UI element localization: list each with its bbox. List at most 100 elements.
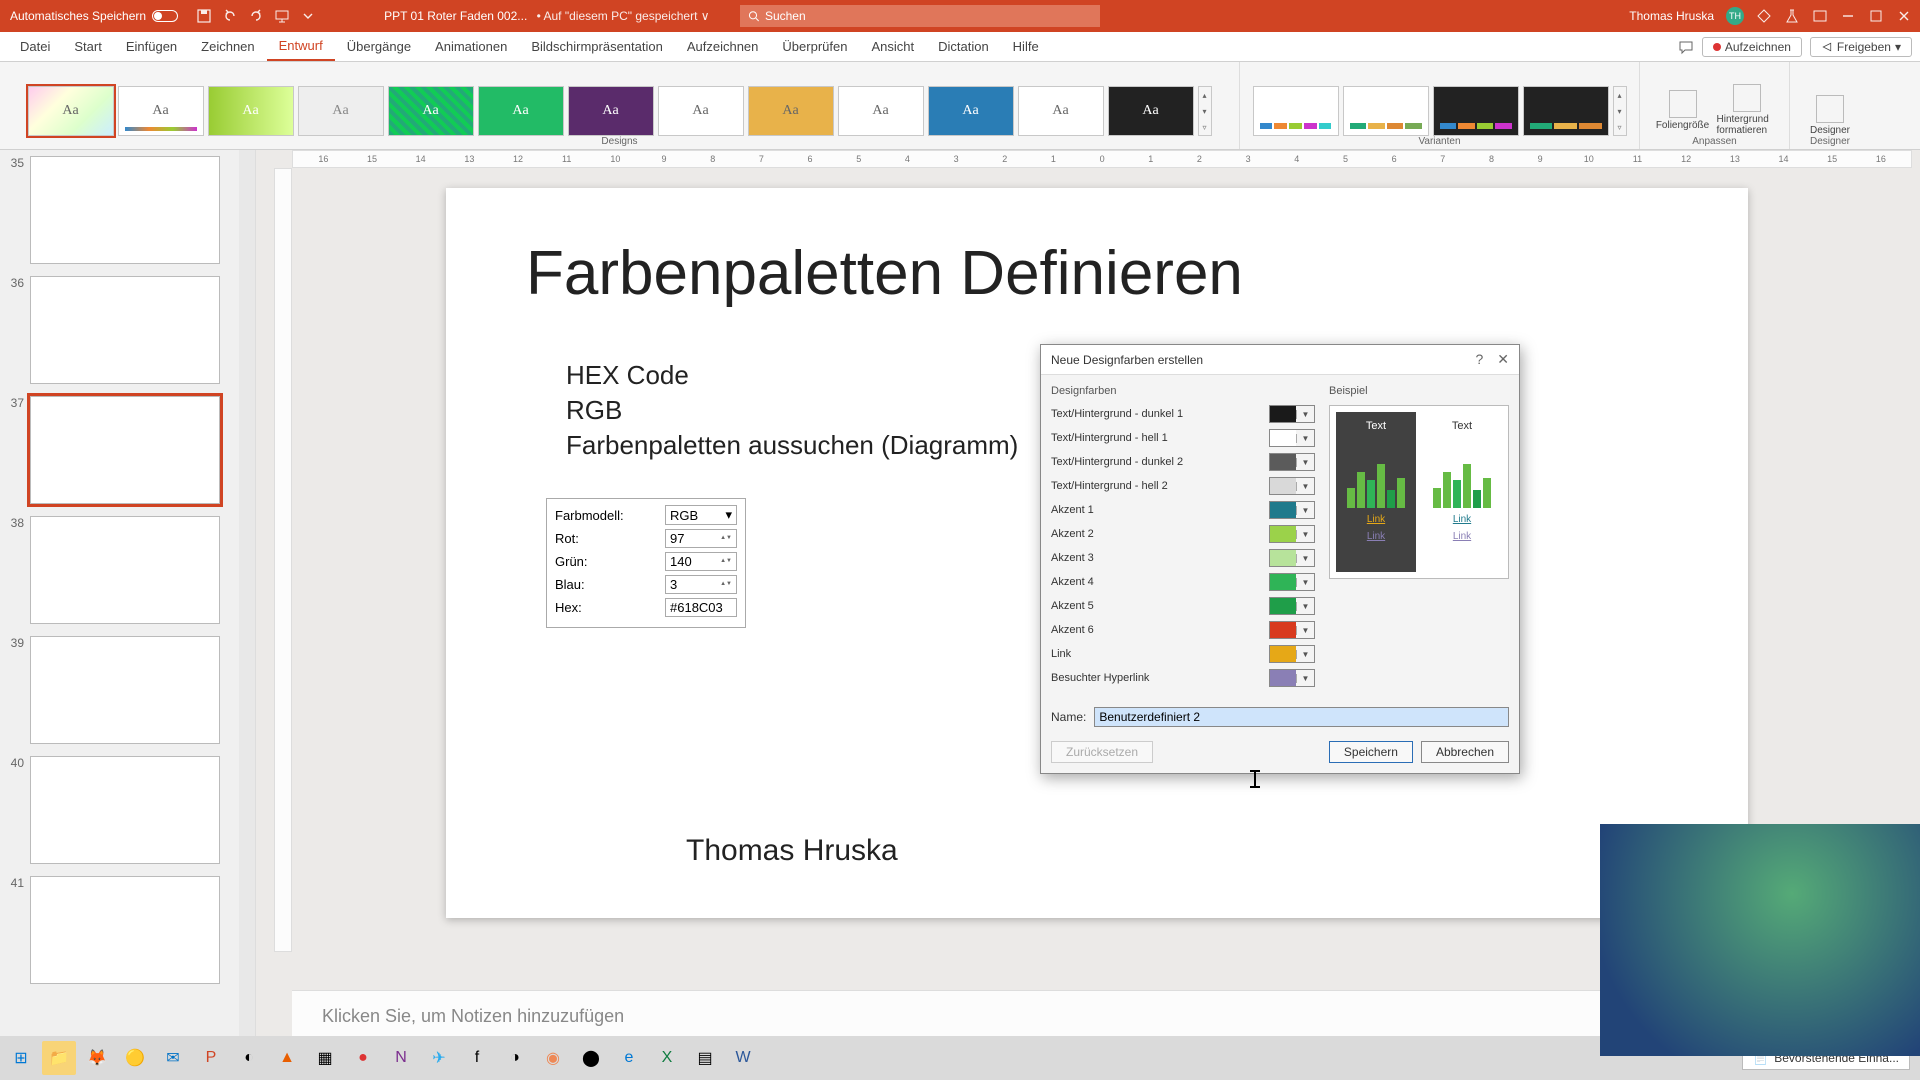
slide-thumb-37[interactable]: 37 — [0, 390, 255, 510]
slide-thumb-38[interactable]: 38 — [0, 510, 255, 630]
design-thumb-10[interactable]: Aa — [838, 86, 924, 136]
record-button[interactable]: Aufzeichnen — [1702, 37, 1802, 57]
tab-entwurf[interactable]: Entwurf — [267, 32, 335, 61]
variants-more-button[interactable]: ▴▾▿ — [1613, 86, 1627, 136]
save-button[interactable]: Speichern — [1329, 741, 1413, 763]
tab-start[interactable]: Start — [62, 32, 113, 61]
model-value[interactable]: RGB▾ — [665, 505, 737, 525]
color-swatch-dropdown[interactable]: ▼ — [1269, 501, 1315, 519]
design-thumb-7[interactable]: Aa — [568, 86, 654, 136]
variant-thumb-2[interactable] — [1343, 86, 1429, 136]
reset-button[interactable]: Zurücksetzen — [1051, 741, 1153, 763]
variant-thumb-1[interactable] — [1253, 86, 1339, 136]
word-icon[interactable]: W — [726, 1041, 760, 1075]
app-icon-3[interactable]: ● — [346, 1041, 380, 1075]
comments-icon[interactable] — [1678, 39, 1694, 55]
search-box[interactable] — [740, 5, 1100, 27]
vlc-icon[interactable]: ▲ — [270, 1041, 304, 1075]
slide-thumb-36[interactable]: 36 — [0, 270, 255, 390]
onenote-icon[interactable]: N — [384, 1041, 418, 1075]
app-icon-5[interactable]: ◑ — [498, 1041, 532, 1075]
design-thumb-13[interactable]: Aa — [1108, 86, 1194, 136]
telegram-icon[interactable]: ✈ — [422, 1041, 456, 1075]
tab-datei[interactable]: Datei — [8, 32, 62, 61]
color-swatch-dropdown[interactable]: ▼ — [1269, 477, 1315, 495]
close-icon[interactable]: ✕ — [1497, 351, 1509, 368]
name-input[interactable] — [1094, 707, 1509, 727]
format-background-button[interactable]: Hintergrund formatieren — [1717, 84, 1777, 136]
design-thumb-11[interactable]: Aa — [928, 86, 1014, 136]
tab-zeichnen[interactable]: Zeichnen — [189, 32, 266, 61]
firefox-icon[interactable]: 🦊 — [80, 1041, 114, 1075]
g-value[interactable]: 140▲▼ — [665, 552, 737, 571]
r-value[interactable]: 97▲▼ — [665, 529, 737, 548]
app-icon-6[interactable]: ◉ — [536, 1041, 570, 1075]
color-swatch-dropdown[interactable]: ▼ — [1269, 597, 1315, 615]
tab-aufzeichnen[interactable]: Aufzeichnen — [675, 32, 771, 61]
slide-thumbnail-panel[interactable]: 35 36 37 38 39 40 41 — [0, 150, 256, 1042]
thumb-scrollbar[interactable] — [239, 150, 255, 1042]
slide-thumb-35[interactable]: 35 — [0, 150, 255, 270]
color-swatch-dropdown[interactable]: ▼ — [1269, 453, 1315, 471]
slide-title[interactable]: Farbenpaletten Definieren — [526, 238, 1243, 309]
undo-icon[interactable] — [222, 8, 238, 24]
color-swatch-dropdown[interactable]: ▼ — [1269, 429, 1315, 447]
slide-thumb-41[interactable]: 41 — [0, 870, 255, 990]
present-icon[interactable] — [274, 8, 290, 24]
color-swatch-dropdown[interactable]: ▼ — [1269, 669, 1315, 687]
tab-einfuegen[interactable]: Einfügen — [114, 32, 189, 61]
app-icon-8[interactable]: ▤ — [688, 1041, 722, 1075]
color-swatch-dropdown[interactable]: ▼ — [1269, 525, 1315, 543]
design-thumb-1[interactable]: Aa — [28, 86, 114, 136]
app-icon-4[interactable]: f — [460, 1041, 494, 1075]
designer-button[interactable]: Designer — [1800, 95, 1860, 136]
start-button[interactable]: ⊞ — [4, 1041, 38, 1075]
color-swatch-dropdown[interactable]: ▼ — [1269, 645, 1315, 663]
share-button[interactable]: Freigeben▾ — [1810, 37, 1912, 57]
tab-uebergaenge[interactable]: Übergänge — [335, 32, 423, 61]
help-icon[interactable]: ? — [1475, 351, 1483, 368]
design-thumb-6[interactable]: Aa — [478, 86, 564, 136]
variant-thumb-4[interactable] — [1523, 86, 1609, 136]
close-icon[interactable] — [1896, 8, 1912, 24]
flask-icon[interactable] — [1784, 8, 1800, 24]
slide-thumb-39[interactable]: 39 — [0, 630, 255, 750]
chrome-icon[interactable]: 🟡 — [118, 1041, 152, 1075]
window-icon[interactable] — [1812, 8, 1828, 24]
document-title[interactable]: PPT 01 Roter Faden 002... • Auf "diesem … — [384, 9, 709, 23]
design-thumb-3[interactable]: Aa — [208, 86, 294, 136]
color-swatch-dropdown[interactable]: ▼ — [1269, 405, 1315, 423]
tab-hilfe[interactable]: Hilfe — [1001, 32, 1051, 61]
color-swatch-dropdown[interactable]: ▼ — [1269, 573, 1315, 591]
excel-icon[interactable]: X — [650, 1041, 684, 1075]
explorer-icon[interactable]: 📁 — [42, 1041, 76, 1075]
design-thumb-4[interactable]: Aa — [298, 86, 384, 136]
slide-body[interactable]: HEX Code RGB Farbenpaletten aussuchen (D… — [566, 358, 1018, 463]
dropdown-icon[interactable] — [300, 8, 316, 24]
design-thumb-8[interactable]: Aa — [658, 86, 744, 136]
save-icon[interactable] — [196, 8, 212, 24]
design-thumb-12[interactable]: Aa — [1018, 86, 1104, 136]
cancel-button[interactable]: Abbrechen — [1421, 741, 1509, 763]
color-swatch-dropdown[interactable]: ▼ — [1269, 549, 1315, 567]
tab-dictation[interactable]: Dictation — [926, 32, 1001, 61]
app-icon-7[interactable]: ⬤ — [574, 1041, 608, 1075]
dialog-titlebar[interactable]: Neue Designfarben erstellen ? ✕ — [1041, 345, 1519, 375]
hex-value[interactable]: #618C03 — [665, 598, 737, 617]
app-icon-2[interactable]: ▦ — [308, 1041, 342, 1075]
diamond-icon[interactable] — [1756, 8, 1772, 24]
design-thumb-5[interactable]: Aa — [388, 86, 474, 136]
powerpoint-icon[interactable]: P — [194, 1041, 228, 1075]
search-input[interactable] — [765, 9, 1092, 23]
color-swatch-dropdown[interactable]: ▼ — [1269, 621, 1315, 639]
avatar[interactable]: TH — [1726, 7, 1744, 25]
tab-ansicht[interactable]: Ansicht — [859, 32, 926, 61]
tab-animationen[interactable]: Animationen — [423, 32, 519, 61]
outlook-icon[interactable]: ✉ — [156, 1041, 190, 1075]
design-thumb-2[interactable]: Aa — [118, 86, 204, 136]
minimize-icon[interactable] — [1840, 8, 1856, 24]
app-icon-1[interactable]: ◐ — [232, 1041, 266, 1075]
b-value[interactable]: 3▲▼ — [665, 575, 737, 594]
tab-bildschirmpraesentation[interactable]: Bildschirmpräsentation — [519, 32, 675, 61]
slide-thumb-40[interactable]: 40 — [0, 750, 255, 870]
